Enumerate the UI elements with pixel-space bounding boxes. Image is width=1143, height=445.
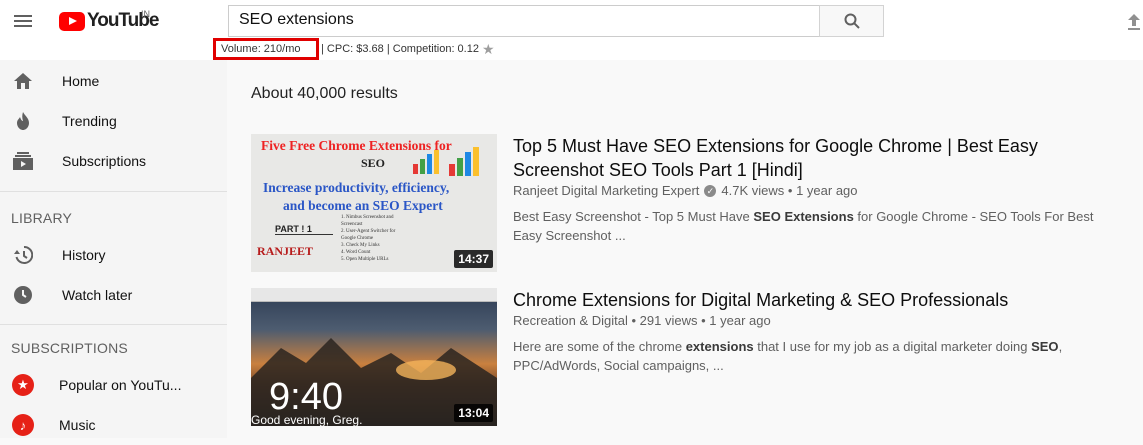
subscriptions-heading: SUBSCRIPTIONS: [11, 340, 128, 356]
hamburger-menu-icon[interactable]: [13, 12, 33, 30]
sidebar-item-popular[interactable]: ★ Popular on YouTu...: [0, 365, 227, 405]
sidebar-item-label: Watch later: [62, 287, 133, 303]
sidebar-item-trending[interactable]: Trending: [0, 101, 227, 141]
search-button[interactable]: [819, 5, 884, 37]
music-icon: ♪: [12, 414, 34, 436]
upload-age: 1 year ago: [709, 313, 771, 328]
thumb-list: 1. Nimbus Screenshot and Screencast 2. U…: [341, 214, 395, 263]
duration-badge: 14:37: [454, 250, 493, 268]
sidebar-item-music[interactable]: ♪ Music: [0, 405, 227, 445]
star-icon[interactable]: ★: [482, 41, 495, 58]
view-count: 291 views: [639, 313, 698, 328]
desc-text: Here are some of the chrome: [513, 339, 686, 354]
sidebar-item-label: Home: [62, 73, 100, 89]
home-icon: [12, 70, 34, 92]
volume-stat: Volume: 210/mo: [213, 38, 319, 60]
clock-icon: [12, 284, 34, 306]
desc-text: PPC/AdWords, Social campaigns, ...: [513, 358, 724, 373]
channel-name[interactable]: Ranjeet Digital Marketing Expert: [513, 183, 699, 198]
sidebar-item-label: History: [62, 247, 106, 263]
desc-text: ,: [1058, 339, 1063, 354]
sidebar-divider: [0, 191, 227, 192]
youtube-play-icon: [59, 11, 85, 31]
thumb-part: PART ! 1: [275, 224, 333, 235]
bar-graph-icon: [413, 150, 439, 174]
video-description: Here are some of the chrome extensions t…: [513, 337, 1113, 375]
thumb-list-item: 1. Nimbus Screenshot and: [341, 215, 394, 220]
thumb-seo: SEO: [361, 156, 386, 170]
bar-graph-icon: [449, 147, 479, 176]
subscriptions-icon: [12, 150, 34, 172]
search-icon: [844, 13, 860, 29]
video-meta: Recreation & Digital • 291 views • 1 yea…: [513, 313, 771, 328]
video-description: Best Easy Screenshot - Top 5 Must Have S…: [513, 207, 1113, 245]
desc-text: that I use for my job as a digital marke…: [753, 339, 1032, 354]
history-icon: [12, 244, 34, 266]
sidebar-item-watch-later[interactable]: Watch later: [0, 275, 227, 315]
thumb-list-item: 2. User-Agent Switcher for: [341, 229, 396, 234]
duration-badge: 13:04: [454, 404, 493, 422]
meta-separator: •: [784, 183, 797, 198]
sidebar-item-history[interactable]: History: [0, 235, 227, 275]
thumb-brand: RANJEET: [257, 244, 314, 258]
thumb-line: and become an SEO Expert: [283, 198, 443, 213]
video-result: 9:40 Good evening, Greg. 13:04 Chrome Ex…: [251, 288, 1131, 428]
desc-highlight: extensions: [685, 339, 754, 354]
sidebar-item-label: Popular on YouTu...: [59, 377, 182, 393]
video-thumbnail[interactable]: 9:40 Good evening, Greg. 13:04: [251, 288, 497, 426]
meta-separator: •: [627, 313, 640, 328]
sidebar-item-label: Music: [59, 417, 96, 433]
sidebar-item-subscriptions[interactable]: Subscriptions: [0, 141, 227, 181]
search-input[interactable]: SEO extensions: [228, 5, 820, 37]
thumb-list-item: Screencast: [341, 222, 363, 227]
video-thumbnail[interactable]: Five Free Chrome Extensions for SEO Incr…: [251, 134, 497, 272]
meta-separator: •: [697, 313, 710, 328]
thumb-greeting: Good evening, Greg.: [251, 413, 363, 426]
masthead: YouTube IN SEO extensions Volume: 210/mo…: [0, 0, 1143, 60]
keyword-stats-bar: Volume: 210/mo | CPC: $3.68 | Competitio…: [213, 38, 495, 60]
results-count: About 40,000 results: [251, 85, 398, 102]
desc-highlight: SEO Extensions: [753, 209, 854, 224]
cpc-competition-stats: | CPC: $3.68 | Competition: 0.12: [321, 43, 479, 55]
thumb-list-item: 3. Check My Links: [341, 243, 380, 248]
thumb-line: Increase productivity, efficiency,: [263, 180, 450, 195]
sidebar-item-home[interactable]: Home: [0, 61, 227, 101]
guide-sidebar: Home Trending Subscriptions LIBRARY Hist…: [0, 60, 227, 438]
channel-name[interactable]: Recreation & Digital: [513, 313, 628, 328]
video-meta: Ranjeet Digital Marketing Expert ✓ 4.7K …: [513, 183, 858, 198]
desc-highlight: SEO: [1031, 339, 1059, 354]
sidebar-item-label: Trending: [62, 113, 117, 129]
sidebar-item-label: Subscriptions: [62, 153, 147, 169]
thumb-list-item: 4. Word Count: [341, 250, 371, 255]
logo-country-code: IN: [141, 9, 150, 19]
star-icon: ★: [12, 374, 34, 396]
flame-icon: [12, 110, 34, 132]
video-title[interactable]: Top 5 Must Have SEO Extensions for Googl…: [513, 134, 1093, 182]
sidebar-divider: [0, 324, 227, 325]
library-heading: LIBRARY: [11, 210, 73, 226]
desc-text: Best Easy Screenshot - Top 5 Must Have: [513, 209, 754, 224]
upload-age: 1 year ago: [796, 183, 858, 198]
verified-icon: ✓: [704, 184, 717, 197]
view-count: 4.7K views: [721, 183, 785, 198]
youtube-logo[interactable]: YouTube IN: [59, 9, 159, 32]
upload-icon[interactable]: [1126, 12, 1142, 32]
video-title[interactable]: Chrome Extensions for Digital Marketing …: [513, 288, 1093, 312]
thumb-list-item: 5. Open Multiple URLs: [341, 257, 389, 262]
thumb-list-item: Google Chrome: [341, 236, 374, 241]
video-result: Five Free Chrome Extensions for SEO Incr…: [251, 134, 1131, 274]
thumb-browser-bar: [251, 288, 497, 302]
